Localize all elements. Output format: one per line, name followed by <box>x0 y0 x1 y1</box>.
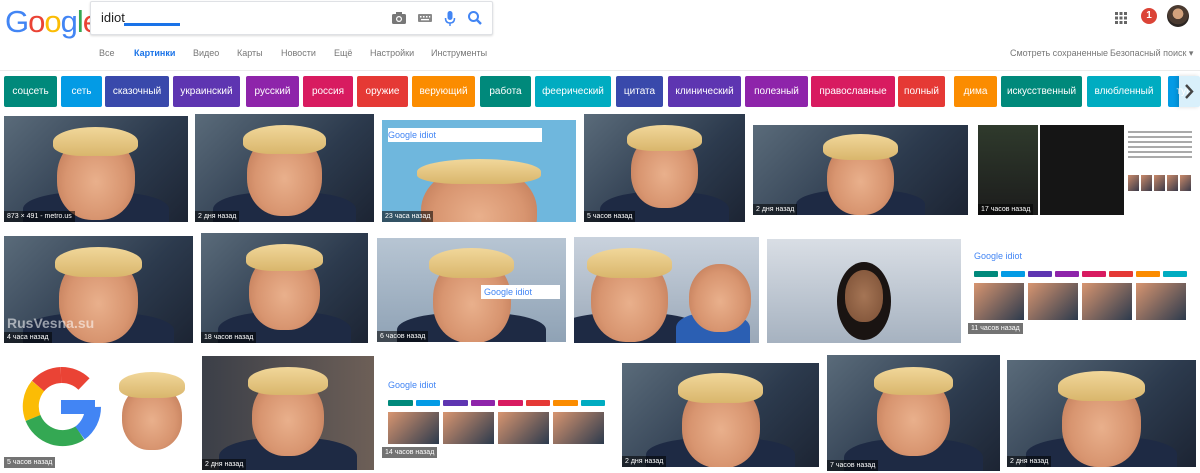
hair-shape <box>428 248 515 279</box>
hair-shape <box>823 134 898 160</box>
image-result-8[interactable]: Google idiot 6 часов назад <box>377 238 566 342</box>
image-caption: 5 часов назад <box>584 211 636 222</box>
image-caption: 873 × 491 - metro.us <box>4 211 75 222</box>
image-result-15[interactable]: 2 дня назад <box>622 363 819 467</box>
image-caption: 4 часа назад <box>4 332 52 343</box>
image-caption: 2 дня назад <box>195 211 240 222</box>
watermark: RusVesna.su <box>7 315 95 331</box>
mini-chip <box>470 400 495 406</box>
mini-chip <box>1055 271 1079 277</box>
image-caption: 5 часов назад <box>4 457 56 468</box>
mini-chip <box>974 271 998 277</box>
face-shape <box>844 270 884 323</box>
mini-chip <box>415 400 440 406</box>
hair-shape <box>1057 370 1146 402</box>
hair-shape <box>627 124 702 151</box>
mini-chip <box>580 400 605 406</box>
image-result-3[interactable]: 5 часов назад <box>584 114 745 222</box>
hair-shape <box>119 372 185 398</box>
image-caption: 2 дня назад <box>753 204 798 215</box>
mini-thumbnail <box>1082 283 1132 320</box>
image-result-9[interactable] <box>574 237 759 343</box>
mini-thumbnail <box>974 283 1024 320</box>
image-result-6[interactable]: RusVesna.su 4 часа назад <box>4 236 193 343</box>
mini-thumbnail <box>1028 283 1078 320</box>
image-caption: 2 дня назад <box>202 459 247 470</box>
mini-search-bar: Google idiot <box>388 128 542 142</box>
mini-search-bar: Google idiot <box>388 378 580 392</box>
collage-photo <box>978 125 1038 215</box>
mini-chip <box>1028 271 1052 277</box>
collage-thumbnail <box>1167 175 1178 191</box>
mini-chip <box>553 400 578 406</box>
mini-thumbnail <box>443 412 494 444</box>
mini-chip <box>498 400 523 406</box>
hair-shape <box>586 247 673 278</box>
image-result-17[interactable]: 2 дня назад <box>1007 360 1196 467</box>
image-result-2[interactable]: Google idiot 23 часа назад <box>382 120 576 222</box>
image-result-10[interactable] <box>767 239 961 343</box>
mini-chip <box>525 400 550 406</box>
mini-chip <box>1136 271 1160 277</box>
image-result-5[interactable]: 17 часов назад <box>978 125 1196 215</box>
google-g-logo <box>20 366 102 448</box>
mini-search-bar: Google idiot <box>974 249 1162 263</box>
collage-thumbnail <box>1154 175 1165 191</box>
hair-shape <box>243 124 326 154</box>
mini-chip <box>1163 271 1187 277</box>
image-result-0[interactable]: 873 × 491 - metro.us <box>4 116 188 222</box>
image-result-1[interactable]: 2 дня назад <box>195 114 374 222</box>
mini-chip <box>1082 271 1106 277</box>
hair-shape <box>248 367 328 396</box>
hair-shape <box>416 158 542 185</box>
hair-shape <box>245 244 324 271</box>
collage-thumbnail <box>1141 175 1152 191</box>
collage-thumbnail <box>1180 175 1191 191</box>
mini-thumbnail <box>388 412 439 444</box>
hair-shape <box>53 126 139 157</box>
image-caption: 18 часов назад <box>201 332 257 343</box>
collage-article-text <box>1128 131 1192 161</box>
mini-chip <box>1001 271 1025 277</box>
image-result-16[interactable]: 7 часов назад <box>827 355 1000 471</box>
face-shape <box>688 263 751 332</box>
collage-artwork <box>1040 125 1124 215</box>
hair-shape <box>873 366 954 395</box>
image-result-13[interactable]: 2 дня назад <box>202 356 374 470</box>
image-caption: 6 часов назад <box>377 331 429 342</box>
mini-chip <box>1109 271 1133 277</box>
image-caption: 17 часов назад <box>978 204 1034 215</box>
image-result-11[interactable]: Google idiot 11 часов назад <box>968 241 1196 334</box>
image-caption: 2 дня назад <box>1007 456 1052 467</box>
image-caption: 2 дня назад <box>622 456 667 467</box>
hair-shape <box>677 373 764 404</box>
mini-search-bar: Google idiot <box>480 284 560 299</box>
image-caption: 23 часа назад <box>382 211 434 222</box>
mini-chip <box>443 400 468 406</box>
image-caption: 7 часов назад <box>827 460 879 471</box>
image-result-12[interactable]: 5 часов назад <box>4 356 192 468</box>
mini-thumbnail <box>1136 283 1186 320</box>
hair-shape <box>54 246 143 278</box>
image-results: 873 × 491 - metro.us 2 дня назад Google id… <box>0 0 1200 473</box>
mini-thumbnail <box>553 412 604 444</box>
image-result-4[interactable]: 2 дня назад <box>753 125 968 215</box>
image-result-14[interactable]: Google idiot 14 часов назад <box>382 370 614 458</box>
image-caption: 14 часов назад <box>382 447 438 458</box>
image-caption: 11 часов назад <box>968 323 1023 334</box>
mini-chip <box>388 400 413 406</box>
image-result-7[interactable]: 18 часов назад <box>201 233 368 343</box>
mini-thumbnail <box>498 412 549 444</box>
collage-thumbnail <box>1128 175 1139 191</box>
